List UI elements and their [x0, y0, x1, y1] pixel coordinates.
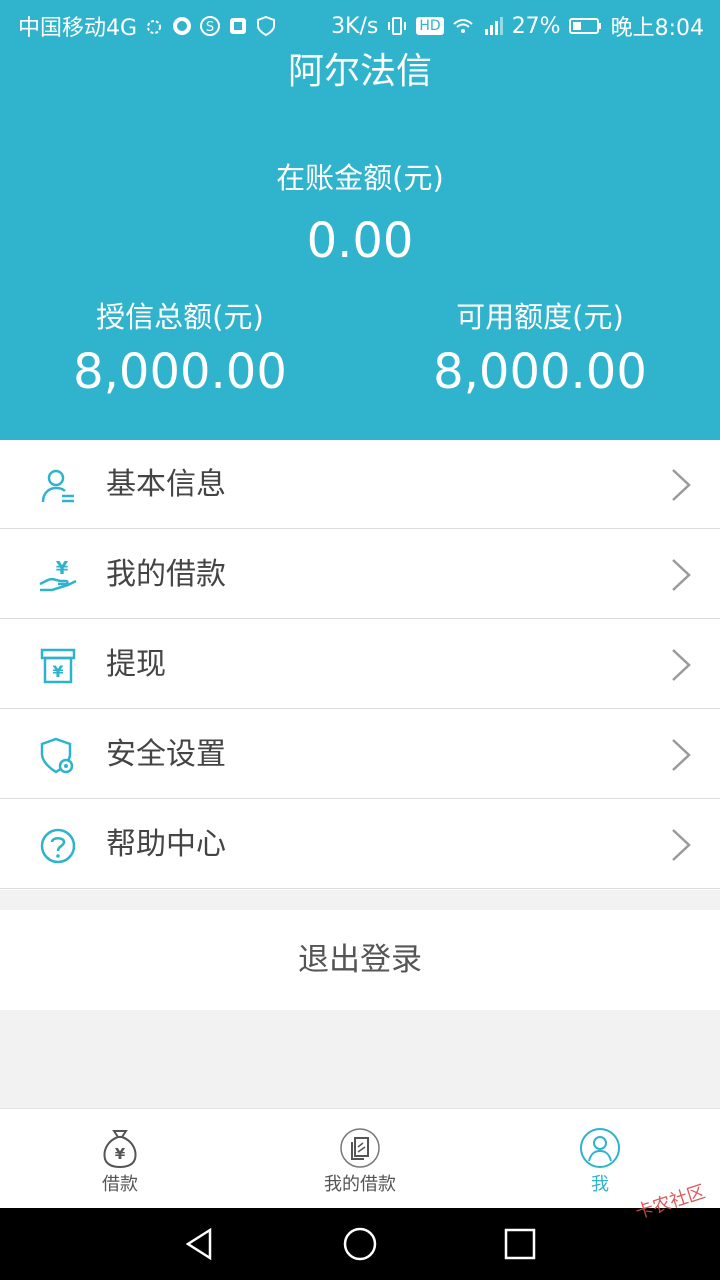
- battery-percent: 27%: [511, 13, 561, 39]
- hd-badge: HD: [416, 17, 444, 35]
- vibrate-icon: [388, 17, 407, 35]
- svg-text:¥: ¥: [115, 1145, 126, 1163]
- profile-icon: [580, 1128, 620, 1168]
- tab-loan[interactable]: ¥ 借款: [0, 1127, 240, 1197]
- system-nav-bar: [0, 1208, 720, 1280]
- menu-item-label: 帮助中心: [106, 827, 226, 862]
- signal-icon: [484, 17, 503, 35]
- logout-button[interactable]: 退出登录: [0, 910, 720, 1010]
- box-app-icon: [230, 18, 247, 34]
- balance-value: 0.00: [306, 213, 414, 269]
- network-speed: 3K/s: [331, 13, 379, 39]
- available-credit-block: 可用额度(元) 8,000.00: [360, 298, 720, 402]
- svg-text:¥: ¥: [56, 558, 69, 579]
- menu-item-help-center[interactable]: 帮助中心: [0, 800, 720, 889]
- logout-label: 退出登录: [298, 942, 422, 978]
- help-icon: [40, 828, 76, 864]
- menu-item-label: 我的借款: [106, 557, 226, 592]
- chevron-right-icon: [672, 649, 691, 681]
- cloud-icon: [147, 20, 162, 34]
- menu-item-label: 提现: [106, 647, 166, 682]
- app-title: 阿尔法信: [287, 51, 432, 92]
- money-bag-icon: ¥: [103, 1130, 137, 1169]
- available-credit-value: 8,000.00: [433, 344, 647, 400]
- credit-total-value: 8,000.00: [73, 344, 287, 400]
- status-left: 中国移动4G S: [18, 10, 277, 42]
- tab-my-loans[interactable]: 我的借款: [240, 1127, 480, 1197]
- chevron-right-icon: [672, 469, 691, 501]
- withdraw-icon: ¥: [40, 648, 76, 684]
- chevron-right-icon: [672, 559, 691, 591]
- menu-item-withdraw[interactable]: ¥ 提现: [0, 620, 720, 709]
- carrier-text: 中国移动4G: [18, 16, 138, 41]
- back-icon[interactable]: [182, 1226, 218, 1262]
- user-info-icon: [41, 469, 74, 503]
- available-credit-label: 可用额度(元): [456, 300, 624, 334]
- chevron-right-icon: [672, 829, 691, 861]
- header: 中国移动4G S 3K/s HD 27% 晚上8:04 阿尔法信 在账金额(元)…: [0, 0, 720, 440]
- bottom-tab-bar: ¥ 借款 我的借款 我: [0, 1108, 720, 1209]
- status-bar: 中国移动4G S 3K/s HD 27% 晚上8:04: [0, 0, 720, 50]
- menu-item-label: 基本信息: [106, 467, 226, 502]
- credit-total-block: 授信总额(元) 8,000.00: [0, 298, 360, 402]
- credit-total-label: 授信总额(元): [96, 300, 264, 334]
- menu-item-basic-info[interactable]: 基本信息: [0, 440, 720, 529]
- recents-icon[interactable]: [502, 1226, 538, 1262]
- menu-item-label: 安全设置: [106, 737, 226, 772]
- shield-gear-icon: [40, 737, 74, 774]
- hand-money-icon: ¥: [39, 558, 77, 592]
- home-icon[interactable]: [342, 1226, 378, 1262]
- menu-item-security-settings[interactable]: 安全设置: [0, 710, 720, 799]
- wifi-icon: [453, 19, 473, 33]
- vpn-shield-icon: [257, 15, 276, 37]
- svg-text:¥: ¥: [52, 662, 63, 681]
- menu-list: 基本信息 ¥ 我的借款 ¥ 提现 安全设置 帮助中心: [0, 440, 720, 890]
- balance-label: 在账金额(元): [276, 161, 444, 195]
- tab-label: 我的借款: [324, 1174, 396, 1195]
- tab-label: 借款: [102, 1174, 138, 1195]
- battery-icon: [568, 18, 601, 34]
- menu-item-my-loans[interactable]: ¥ 我的借款: [0, 530, 720, 619]
- clock: 晚上8:04: [610, 16, 704, 41]
- status-right: 3K/s HD 27% 晚上8:04: [331, 10, 704, 42]
- document-icon: [340, 1128, 380, 1168]
- s-app-icon: S: [200, 16, 221, 36]
- svg-text:S: S: [206, 20, 214, 35]
- chevron-right-icon: [672, 739, 691, 771]
- browser-icon: [173, 17, 192, 35]
